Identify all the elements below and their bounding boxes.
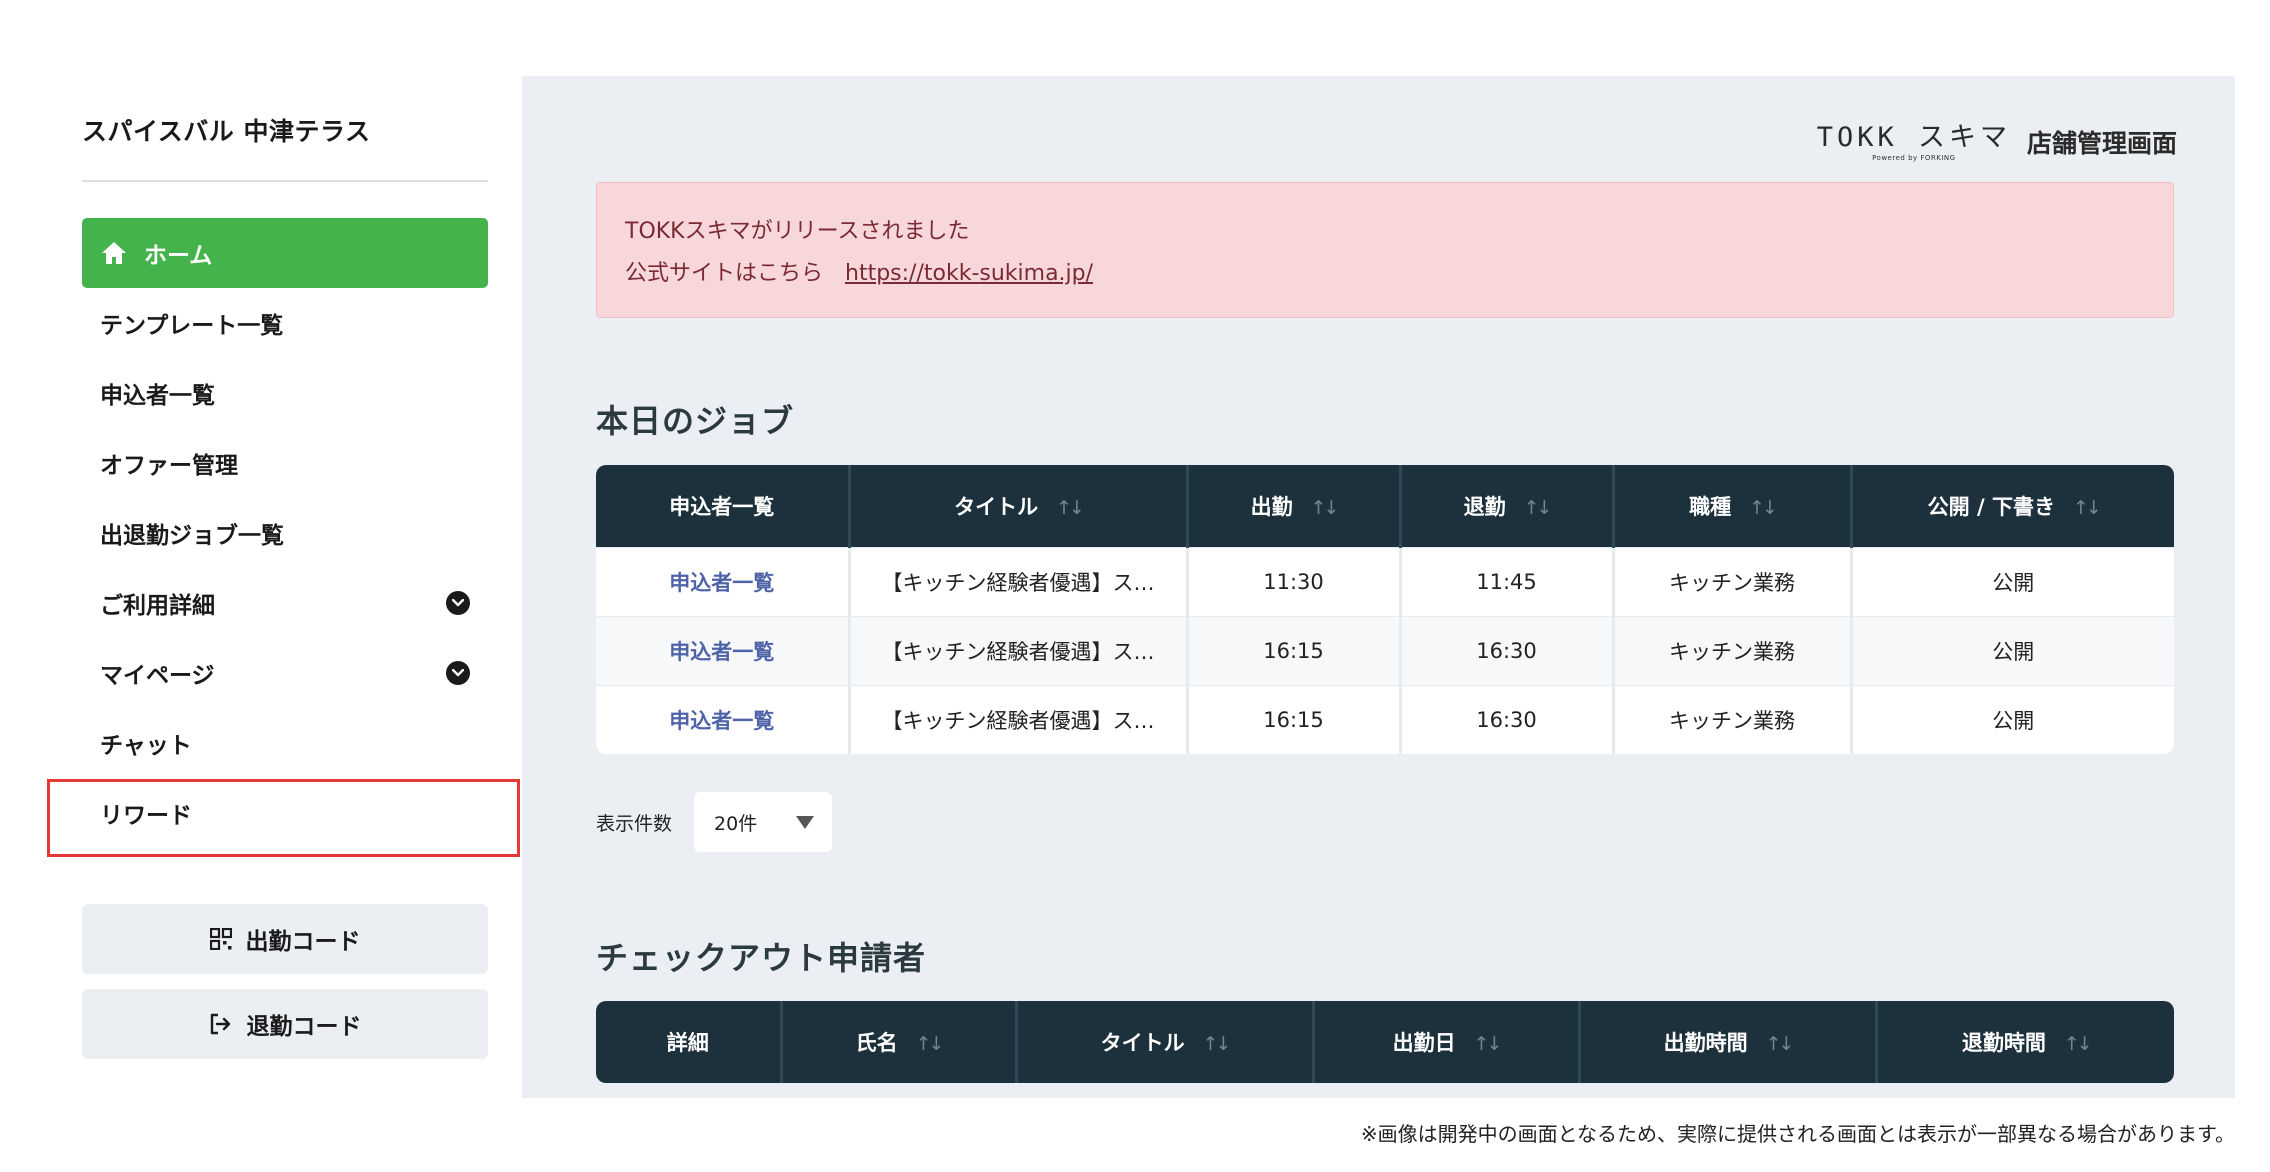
todays-jobs-table: 申込者一覧 タイトル ↑↓ 出勤 ↑↓ 退勤 ↑↓ 職種 ↑↓ 公開 / 下書き ↑↓ 申… <box>596 465 2174 754</box>
job-type-cell: キッチン業務 <box>1613 684 1853 754</box>
sort-icon: ↑↓ <box>1523 496 1553 519</box>
job-title-cell: 【キッチン経験者優遇】ス… <box>849 615 1189 685</box>
end-time-cell: 11:45 <box>1400 546 1615 616</box>
chevron-down-icon <box>446 661 470 685</box>
alert-line-2: 公式サイトはこちら https://tokk-sukima.jp/ <box>625 253 2145 295</box>
table-header-row: 詳細 氏名 ↑↓ タイトル ↑↓ 出勤日 ↑↓ 出勤時間 ↑↓ 退勤時間 ↑↓ <box>596 1001 2174 1083</box>
sidebar-divider <box>82 180 488 182</box>
official-site-link[interactable]: https://tokk-sukima.jp/ <box>845 261 1093 286</box>
sort-icon: ↑↓ <box>2063 1033 2093 1055</box>
column-header-sortable[interactable]: 出勤時間 ↑↓ <box>1579 1001 1878 1083</box>
column-header-sortable[interactable]: タイトル ↑↓ <box>1016 1001 1315 1083</box>
sort-icon: ↑↓ <box>1749 496 1778 519</box>
job-type-cell: キッチン業務 <box>1613 546 1853 616</box>
sidebar-item-label: オファー管理 <box>100 453 238 479</box>
qr-code-icon <box>209 928 232 950</box>
sidebar-item-chat[interactable]: チャット <box>82 708 488 778</box>
column-header: 詳細 <box>596 1001 783 1083</box>
store-name: スパイスバル 中津テラス <box>82 117 371 146</box>
sort-icon: ↑↓ <box>2072 496 2102 519</box>
sidebar-item-usage-details[interactable]: ご利用詳細 <box>82 568 488 638</box>
column-header-sortable[interactable]: タイトル ↑↓ <box>849 465 1189 547</box>
sort-icon: ↑↓ <box>915 1033 945 1055</box>
end-time-cell: 16:30 <box>1400 684 1615 754</box>
reward-highlight-box <box>47 779 520 857</box>
sidebar-item-label: ご利用詳細 <box>100 593 215 619</box>
column-header-sortable[interactable]: 退勤時間 ↑↓ <box>1876 1001 2174 1083</box>
publish-status-cell: 公開 <box>1851 615 2174 685</box>
column-header-sortable[interactable]: 出勤日 ↑↓ <box>1313 1001 1581 1083</box>
per-page-value: 20件 <box>714 812 758 835</box>
sort-icon: ↑↓ <box>1765 1033 1795 1055</box>
clock-in-code-label: 出勤コード <box>245 929 361 955</box>
release-alert: TOKKスキマがリリースされました 公式サイトはこちら https://tokk-… <box>596 182 2174 318</box>
sign-out-icon <box>210 1013 230 1035</box>
logo-text: TOKK スキマ <box>1816 122 2011 153</box>
column-header-sortable[interactable]: 公開 / 下書き ↑↓ <box>1851 465 2174 547</box>
publish-status-cell: 公開 <box>1851 684 2174 754</box>
sidebar-item-label: チャット <box>100 733 192 759</box>
table-row: 申込者一覧 【キッチン経験者優遇】ス… 11:30 11:45 キッチン業務 公… <box>596 546 2174 616</box>
column-header: 申込者一覧 <box>596 465 851 547</box>
job-title-cell: 【キッチン経験者優遇】ス… <box>849 684 1189 754</box>
sidebar-nav: ホーム テンプレート一覧 申込者一覧 オファー管理 出退勤ジョブ一覧 ご利用詳細… <box>82 218 488 848</box>
logo-subtext: Powered by FORKING <box>1872 154 1956 162</box>
alert-line-2-text: 公式サイトはこちら <box>625 261 824 286</box>
column-header-sortable[interactable]: 職種 ↑↓ <box>1613 465 1853 547</box>
sort-icon: ↑↓ <box>1310 496 1340 519</box>
sidebar-item-label: ホーム <box>144 243 213 269</box>
sidebar-item-attendance-jobs[interactable]: 出退勤ジョブ一覧 <box>82 498 488 568</box>
column-header-sortable[interactable]: 氏名 ↑↓ <box>781 1001 1018 1083</box>
sidebar-item-label: 出退勤ジョブ一覧 <box>100 523 284 549</box>
alert-line-1: TOKKスキマがリリースされました <box>625 219 970 244</box>
table-row: 申込者一覧 【キッチン経験者優遇】ス… 16:15 16:30 キッチン業務 公… <box>596 684 2174 754</box>
applicants-link[interactable]: 申込者一覧 <box>669 709 774 733</box>
tokk-sukima-logo: TOKK スキマ Powered by FORKING <box>1816 122 2011 163</box>
home-icon <box>102 242 126 264</box>
sidebar-item-label: 申込者一覧 <box>100 383 215 409</box>
checkout-applicants-title: チェックアウト申請者 <box>596 939 927 977</box>
job-title-cell: 【キッチン経験者優遇】ス… <box>849 546 1189 616</box>
chevron-down-icon <box>446 591 470 615</box>
column-header-sortable[interactable]: 出勤 ↑↓ <box>1187 465 1402 547</box>
clock-in-code-button[interactable]: 出勤コード <box>82 904 488 974</box>
main-content: TOKK スキマ Powered by FORKING 店舗管理画面 TOKKス… <box>522 76 2235 1098</box>
clock-out-code-label: 退勤コード <box>246 1014 362 1040</box>
end-time-cell: 16:30 <box>1400 615 1615 685</box>
per-page-select[interactable]: 20件 <box>694 792 833 852</box>
job-type-cell: キッチン業務 <box>1613 615 1853 685</box>
start-time-cell: 11:30 <box>1187 546 1402 616</box>
sidebar: スパイスバル 中津テラス ホーム テンプレート一覧 申込者一覧 オファー管理 出… <box>0 0 522 1172</box>
dropdown-triangle-icon <box>796 815 815 829</box>
table-header-row: 申込者一覧 タイトル ↑↓ 出勤 ↑↓ 退勤 ↑↓ 職種 ↑↓ 公開 / 下書き ↑↓ <box>596 465 2174 547</box>
sidebar-item-label: テンプレート一覧 <box>100 313 284 339</box>
per-page-control: 表示件数 20件 <box>596 792 833 852</box>
sidebar-item-offers[interactable]: オファー管理 <box>82 428 488 498</box>
table-row: 申込者一覧 【キッチン経験者優遇】ス… 16:15 16:30 キッチン業務 公… <box>596 615 2174 685</box>
sidebar-item-mypage[interactable]: マイページ <box>82 638 488 708</box>
todays-jobs-title: 本日のジョブ <box>596 402 795 440</box>
sidebar-item-applicants[interactable]: 申込者一覧 <box>82 358 488 428</box>
page-title: 店舗管理画面 <box>2026 129 2177 158</box>
applicants-link[interactable]: 申込者一覧 <box>669 640 774 664</box>
start-time-cell: 16:15 <box>1187 615 1402 685</box>
start-time-cell: 16:15 <box>1187 684 1402 754</box>
column-header-sortable[interactable]: 退勤 ↑↓ <box>1400 465 1615 547</box>
sort-icon: ↑↓ <box>1056 496 1085 519</box>
clock-out-code-button[interactable]: 退勤コード <box>82 989 488 1059</box>
sidebar-item-label: マイページ <box>100 663 215 689</box>
applicants-link[interactable]: 申込者一覧 <box>669 571 774 595</box>
header-brand: TOKK スキマ Powered by FORKING 店舗管理画面 <box>1816 122 2177 163</box>
checkout-applicants-table: 詳細 氏名 ↑↓ タイトル ↑↓ 出勤日 ↑↓ 出勤時間 ↑↓ 退勤時間 ↑↓ <box>596 1001 2174 1083</box>
disclaimer-footnote: ※画像は開発中の画面となるため、実際に提供される画面とは表示が一部異なる場合があ… <box>1360 1122 2235 1146</box>
publish-status-cell: 公開 <box>1851 546 2174 616</box>
per-page-label: 表示件数 <box>596 812 673 835</box>
sidebar-item-home[interactable]: ホーム <box>82 218 488 288</box>
sort-icon: ↑↓ <box>1473 1033 1503 1055</box>
sidebar-item-templates[interactable]: テンプレート一覧 <box>82 288 488 358</box>
sort-icon: ↑↓ <box>1202 1033 1232 1055</box>
